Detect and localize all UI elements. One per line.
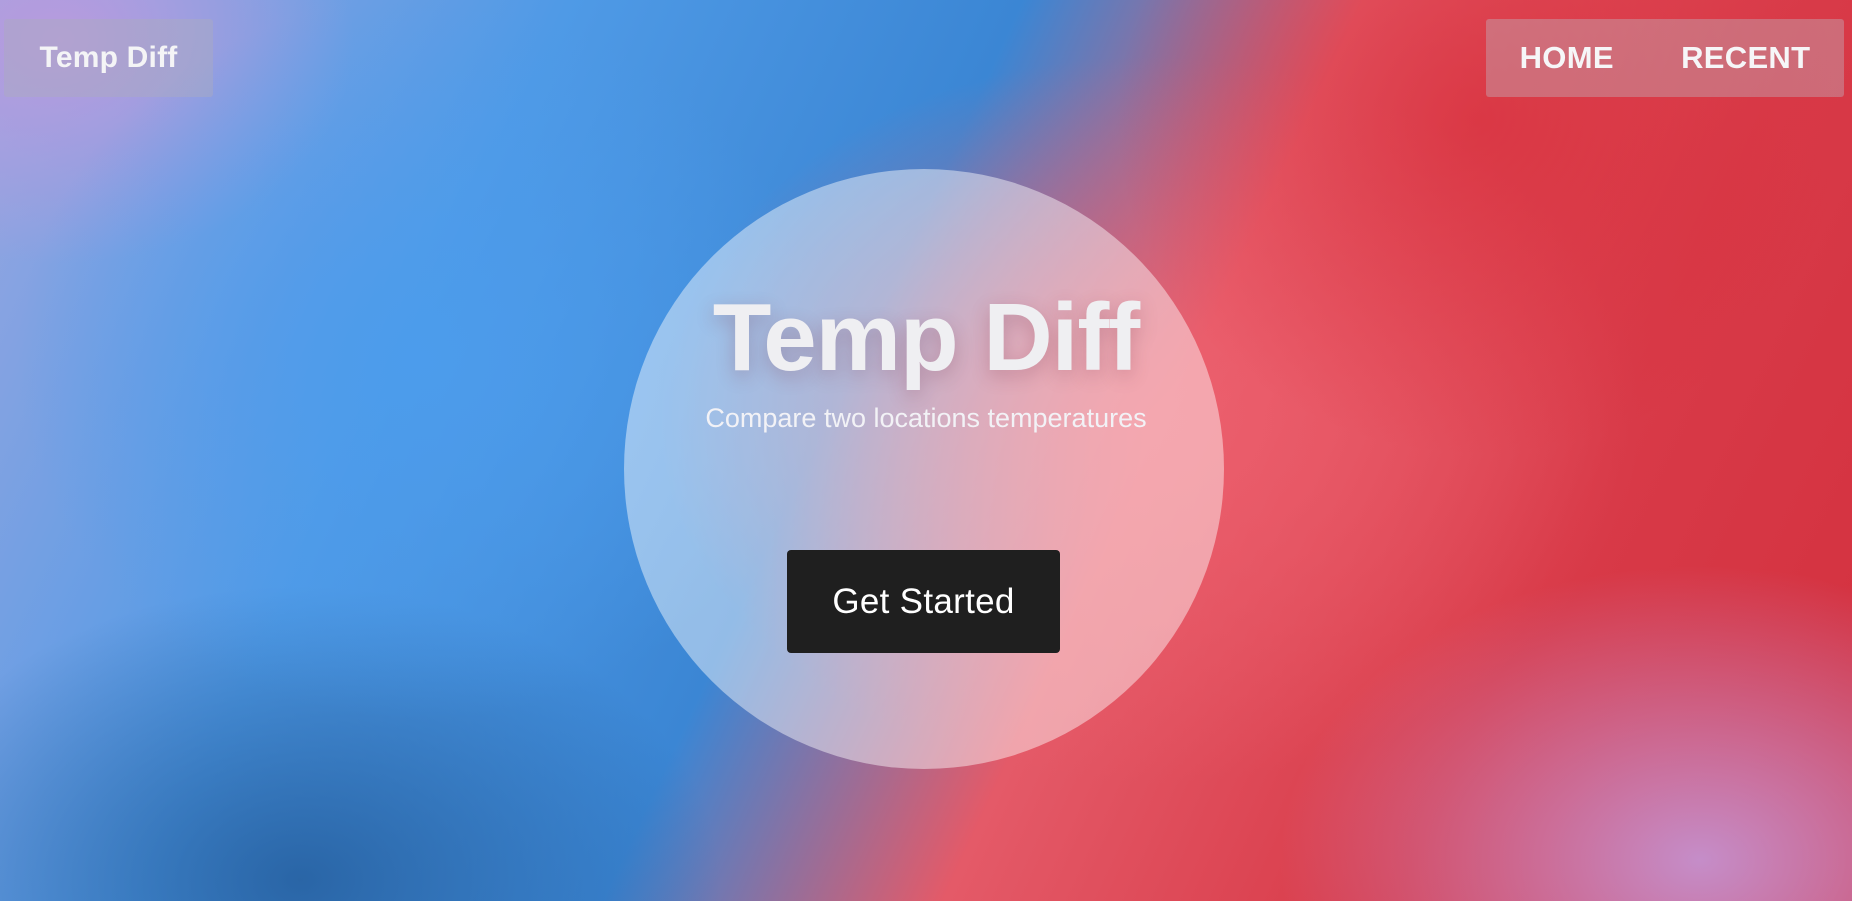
- get-started-button[interactable]: Get Started: [787, 550, 1060, 653]
- hero-circle: [624, 169, 1224, 769]
- brand-link[interactable]: Temp Diff: [4, 19, 213, 97]
- hero-title: Temp Diff: [712, 284, 1141, 391]
- nav-item-recent[interactable]: RECENT: [1677, 32, 1814, 84]
- hero-subtitle: Compare two locations temperatures: [705, 403, 1147, 433]
- brand-label: Temp Diff: [39, 41, 178, 74]
- nav-item-home[interactable]: HOME: [1516, 32, 1618, 84]
- top-nav: HOME RECENT: [1486, 19, 1844, 97]
